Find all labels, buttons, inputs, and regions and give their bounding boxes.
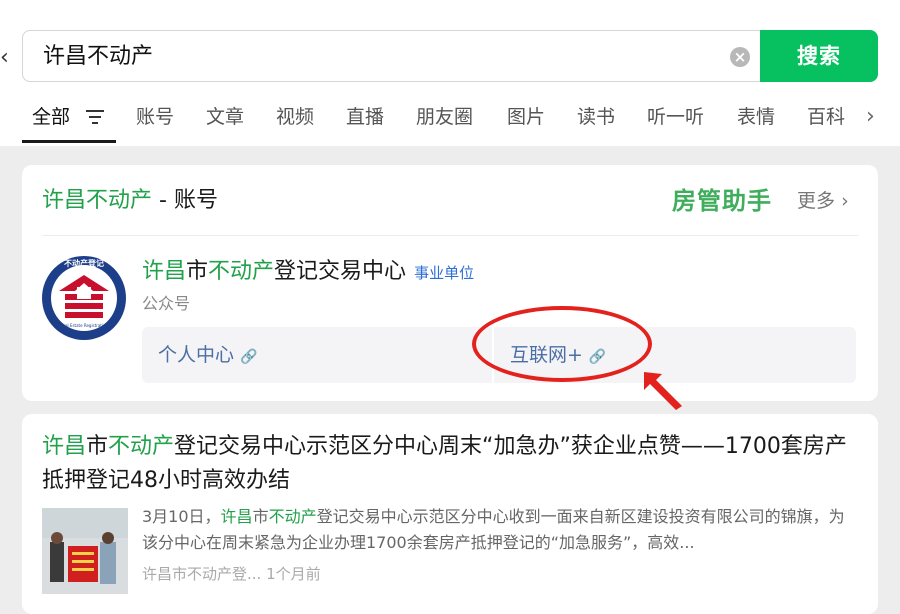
service-label-text: 个人中心 xyxy=(158,344,235,366)
tab-videos[interactable]: 视频 xyxy=(276,104,314,130)
article-thumbnail[interactable] xyxy=(42,508,128,594)
tab-accounts[interactable]: 账号 xyxy=(136,104,174,130)
tab-encyclopedia[interactable]: 百科 xyxy=(807,104,845,130)
article-title[interactable]: 许昌市不动产登记交易中心示范区分中心周末“加急办”获企业点赞——1700套房产抵… xyxy=(42,430,862,498)
chevron-right-icon[interactable]: › xyxy=(866,104,875,130)
chevron-right-icon: › xyxy=(841,190,849,212)
header-keyword: 许昌不动产 xyxy=(42,188,153,213)
title-text-1: 市 xyxy=(86,434,109,459)
logo-bottom-text: Real Estate Registration xyxy=(60,323,108,328)
tab-moments[interactable]: 朋友圈 xyxy=(416,104,473,130)
article-source: 许昌市不动产登... xyxy=(142,565,262,583)
clear-icon[interactable]: × xyxy=(730,47,750,67)
account-type: 公众号 xyxy=(142,294,191,313)
annotation-arrow-icon xyxy=(644,372,682,410)
back-icon[interactable]: ‹ xyxy=(0,44,9,72)
tab-bar: 全部 账号 文章 视频 直播 朋友圈 图片 读书 听一听 表情 百科 › xyxy=(0,96,900,144)
filter-icon[interactable] xyxy=(86,110,104,124)
tab-all[interactable]: 全部 xyxy=(32,104,70,130)
tab-books[interactable]: 读书 xyxy=(577,104,615,130)
divider xyxy=(42,235,858,236)
active-tab-indicator xyxy=(22,140,116,143)
top-bar: ‹ 许昌不动产 × 搜索 全部 账号 文章 视频 直播 朋友圈 图片 读书 听一… xyxy=(0,0,900,146)
search-input[interactable]: 许昌不动产 × xyxy=(22,30,782,82)
summary-keyword-1: 许昌 xyxy=(220,507,253,526)
name-keyword-2: 不动产 xyxy=(208,259,275,284)
service-label-personal: 个人中心 🔗 xyxy=(158,341,257,371)
search-query-text: 许昌不动产 xyxy=(43,44,154,69)
tab-stickers[interactable]: 表情 xyxy=(737,104,775,130)
more-link[interactable]: 更多 › xyxy=(797,187,849,215)
header-suffix: - 账号 xyxy=(152,188,218,213)
summary-text-2: 市 xyxy=(252,507,269,526)
name-keyword-1: 许昌 xyxy=(142,259,187,284)
tab-live[interactable]: 直播 xyxy=(346,104,384,130)
title-keyword-1: 许昌 xyxy=(42,434,87,459)
search-button[interactable]: 搜索 xyxy=(760,30,878,82)
name-text-2: 登记交易中心 xyxy=(274,259,407,284)
article-summary: 3月10日，许昌市不动产登记交易中心示范区分中心收到一面来自新区建设投资有限公司… xyxy=(142,504,860,556)
name-text-1: 市 xyxy=(186,259,209,284)
more-label: 更多 xyxy=(797,190,836,212)
tab-images[interactable]: 图片 xyxy=(507,104,545,130)
helper-label[interactable]: 房管助手 xyxy=(672,185,772,217)
annotation-ellipse xyxy=(472,306,652,382)
tab-listen[interactable]: 听一听 xyxy=(647,104,704,130)
summary-text-1: 3月10日， xyxy=(142,507,221,526)
article-result-card[interactable]: 许昌市不动产登记交易中心示范区分中心周末“加急办”获企业点赞——1700套房产抵… xyxy=(22,414,878,614)
account-result-card: 许昌不动产 - 账号 房管助手 更多 › 不动产登记 Real Estate R… xyxy=(22,165,878,401)
summary-keyword-2: 不动产 xyxy=(268,507,317,526)
account-logo[interactable]: 不动产登记 Real Estate Registration xyxy=(42,256,126,340)
service-personal-center[interactable]: 个人中心 🔗 xyxy=(142,327,492,383)
title-keyword-2: 不动产 xyxy=(108,434,175,459)
article-meta: 许昌市不动产登... 1个月前 xyxy=(142,563,321,585)
tab-articles[interactable]: 文章 xyxy=(206,104,244,130)
link-icon: 🔗 xyxy=(240,349,258,365)
account-section-header: 许昌不动产 - 账号 xyxy=(42,185,218,217)
article-time: 1个月前 xyxy=(266,565,321,583)
account-badge: 事业单位 xyxy=(414,264,475,282)
logo-emblem: Real Estate Registration xyxy=(51,265,117,331)
account-name[interactable]: 许昌市不动产登记交易中心 事业单位 xyxy=(142,257,474,288)
